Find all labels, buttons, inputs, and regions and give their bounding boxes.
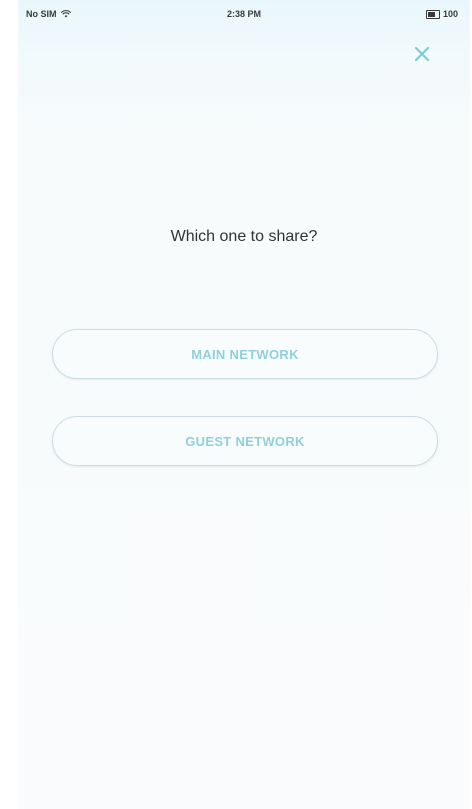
share-network-screen: No SIM 2:38 PM 100 Which one to share? M…	[18, 0, 470, 809]
status-time: 2:38 PM	[226, 9, 261, 19]
close-icon[interactable]	[410, 42, 434, 66]
battery-icon	[425, 9, 440, 19]
dialog-title: Which one to share?	[170, 228, 318, 245]
status-bar: No SIM 2:38 PM 100	[18, 0, 470, 26]
main-network-button[interactable]: MAIN NETWORK	[52, 329, 438, 379]
status-right: 100	[425, 9, 458, 19]
battery-label: 100	[442, 9, 458, 19]
guest-network-button[interactable]: GUEST NETWORK	[52, 416, 438, 466]
